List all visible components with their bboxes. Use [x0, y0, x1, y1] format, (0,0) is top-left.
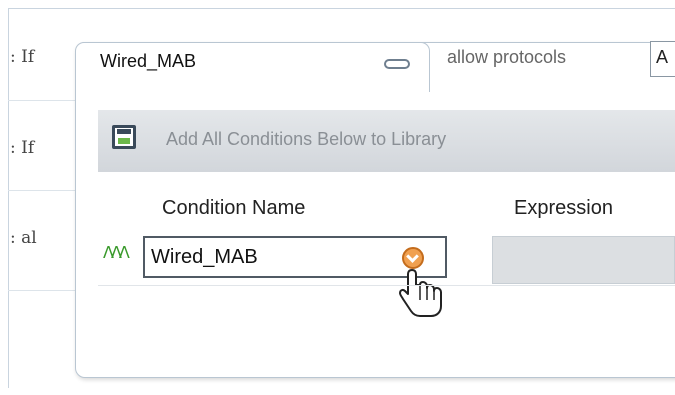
popup-tab-title: Wired_MAB — [100, 51, 197, 71]
add-all-conditions-button[interactable]: Add All Conditions Below to Library — [166, 129, 446, 150]
allow-protocols-label: allow protocols — [447, 47, 567, 67]
condition-name-header: Condition Name — [162, 197, 306, 219]
grid-row-divider — [98, 285, 675, 286]
rule-row-label-2: : If — [10, 138, 35, 158]
row-divider-3 — [8, 290, 78, 291]
allow-protocols-select[interactable]: A — [650, 41, 675, 77]
chevron-down-icon[interactable] — [402, 247, 424, 269]
table-top-border — [8, 8, 675, 9]
hand-cursor-icon — [399, 269, 442, 317]
table-left-border — [8, 8, 9, 388]
rule-row-label-1: : If — [10, 47, 35, 67]
condition-grass-icon: ᐱᐱᐱ — [103, 243, 130, 262]
collapse-pill-icon[interactable] — [384, 59, 410, 69]
expression-header: Expression — [514, 197, 613, 219]
row-divider-1 — [8, 100, 78, 101]
expression-field[interactable] — [492, 236, 675, 284]
row-divider-2 — [8, 190, 78, 191]
rule-row-label-3: : al — [10, 228, 37, 248]
save-disk-icon[interactable] — [112, 125, 136, 149]
